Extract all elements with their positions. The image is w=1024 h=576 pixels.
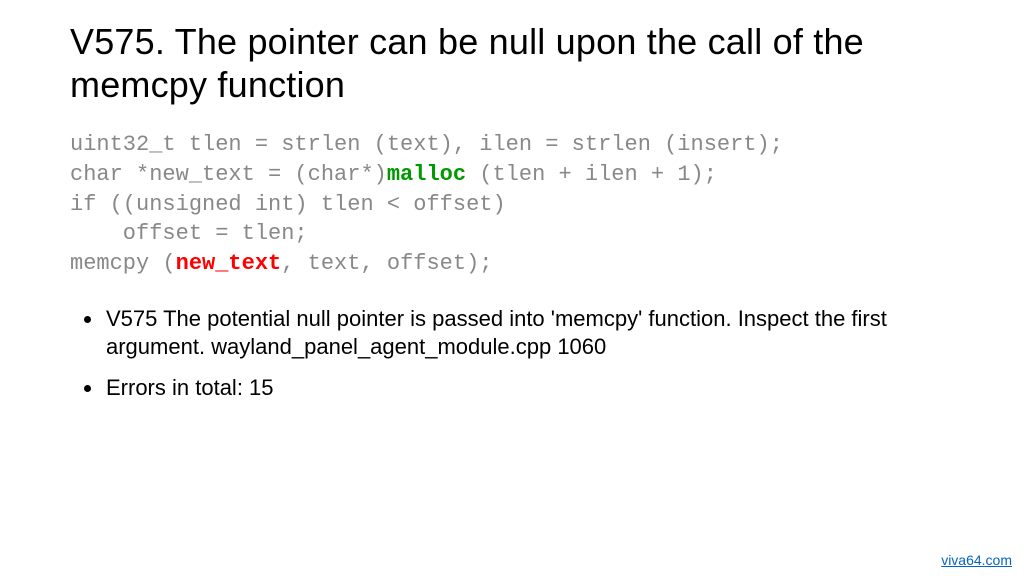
bullet-item-1: V575 The potential null pointer is passe… [104, 305, 954, 362]
bullet-item-2: Errors in total: 15 [104, 374, 954, 403]
code-line-2a: char *new_text = (char*) [70, 162, 387, 187]
code-line-5a: memcpy ( [70, 251, 176, 276]
bullet-list: V575 The potential null pointer is passe… [82, 305, 954, 403]
code-line-3: if ((unsigned int) tlen < offset) [70, 192, 506, 217]
code-snippet: uint32_t tlen = strlen (text), ilen = st… [70, 130, 954, 278]
code-newtext-keyword: new_text [176, 251, 282, 276]
slide-title: V575. The pointer can be null upon the c… [70, 20, 954, 106]
slide: V575. The pointer can be null upon the c… [0, 0, 1024, 576]
code-line-1: uint32_t tlen = strlen (text), ilen = st… [70, 132, 783, 157]
code-line-4: offset = tlen; [70, 221, 308, 246]
footer-link[interactable]: viva64.com [941, 552, 1012, 568]
code-line-2c: (tlen + ilen + 1); [466, 162, 717, 187]
code-malloc-keyword: malloc [387, 162, 466, 187]
code-line-5c: , text, offset); [281, 251, 492, 276]
